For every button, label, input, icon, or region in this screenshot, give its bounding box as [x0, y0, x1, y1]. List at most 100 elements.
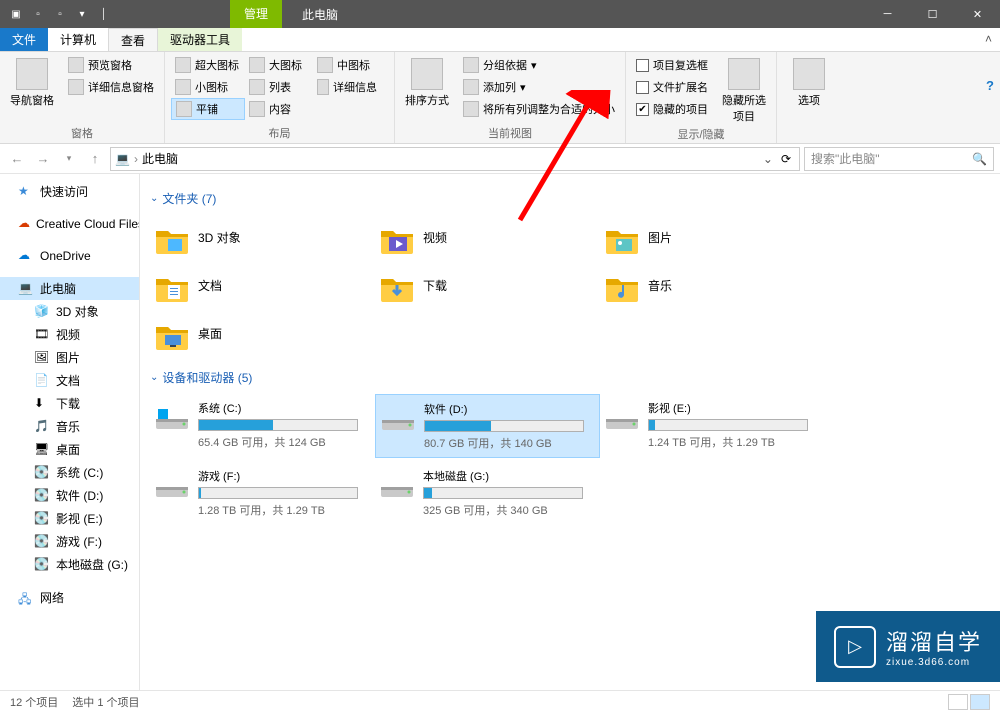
hide-selected-button[interactable]: 隐藏所选项目: [718, 54, 770, 124]
hide-selected-label: 隐藏所选项目: [718, 92, 770, 124]
forward-button[interactable]: →: [32, 148, 54, 170]
back-button[interactable]: ←: [6, 148, 28, 170]
folder-icon: [154, 315, 190, 351]
folder-item[interactable]: 视频: [375, 215, 600, 259]
sidebar-item-this-pc[interactable]: 💻此电脑: [0, 277, 139, 300]
sidebar-item[interactable]: 💽 软件 (D:): [0, 484, 139, 507]
layout-medium-label: 中图标: [337, 57, 370, 73]
layout-details[interactable]: 详细信息: [313, 76, 381, 98]
help-icon[interactable]: ?: [986, 78, 994, 93]
tab-computer[interactable]: 计算机: [48, 28, 108, 51]
sidebar-item-label: 软件 (D:): [56, 487, 103, 504]
sidebar-item[interactable]: 🧊3D 对象: [0, 300, 139, 323]
drive-item[interactable]: 影视 (E:)1.24 TB 可用，共 1.29 TB: [600, 394, 825, 458]
sidebar-item[interactable]: 🖥桌面: [0, 438, 139, 461]
preview-pane-button[interactable]: 预览窗格: [64, 54, 158, 76]
sidebar-item-label: 影视 (E:): [56, 510, 103, 527]
hidden-items-label: 隐藏的项目: [653, 101, 708, 117]
folder-label: 音乐: [648, 277, 672, 294]
folder-item[interactable]: 文档: [150, 263, 375, 307]
layout-small[interactable]: 小图标: [171, 76, 245, 98]
nav-pane-button[interactable]: 导航窗格: [6, 54, 58, 108]
up-button[interactable]: ↑: [84, 148, 106, 170]
maximize-button[interactable]: ☐: [910, 0, 955, 28]
search-box[interactable]: 搜索"此电脑" 🔍: [804, 147, 994, 171]
file-extensions-toggle[interactable]: 文件扩展名: [632, 76, 712, 98]
thumbnails-view-button[interactable]: [970, 694, 990, 710]
refresh-icon[interactable]: ⟳: [777, 152, 795, 166]
sidebar-item[interactable]: ⬇下载: [0, 392, 139, 415]
details-icon: [317, 79, 329, 95]
sidebar-item[interactable]: 💽影视 (E:): [0, 507, 139, 530]
layout-medium[interactable]: 中图标: [313, 54, 381, 76]
folder-item[interactable]: 桌面: [150, 311, 375, 355]
folder-item[interactable]: 音乐: [600, 263, 825, 307]
add-columns-label: 添加列: [483, 79, 516, 95]
qat-btn[interactable]: ▫: [28, 4, 48, 24]
minimize-button[interactable]: ─: [865, 0, 910, 28]
layout-xlarge[interactable]: 超大图标: [171, 54, 245, 76]
pc-icon: 💻: [18, 281, 34, 297]
drive-item[interactable]: 本地磁盘 (G:)325 GB 可用，共 340 GB: [375, 462, 600, 524]
drive-item[interactable]: 游戏 (F:)1.28 TB 可用，共 1.29 TB: [150, 462, 375, 524]
sidebar-item[interactable]: 💽本地磁盘 (G:): [0, 553, 139, 576]
group-by-button[interactable]: 分组依据 ▾: [459, 54, 619, 76]
details-pane-button[interactable]: 详细信息窗格: [64, 76, 158, 98]
drive-icon: [154, 400, 190, 436]
nav-pane-icon: [16, 58, 48, 90]
qat-btn[interactable]: ▫: [50, 4, 70, 24]
folder-item[interactable]: 下载: [375, 263, 600, 307]
layout-large[interactable]: 大图标: [245, 54, 313, 76]
qat-dropdown[interactable]: ▾: [72, 4, 92, 24]
sidebar-item-network[interactable]: 🖧网络: [0, 586, 139, 609]
group-label-layout: 布局: [171, 123, 388, 143]
sidebar-item[interactable]: 🖼图片: [0, 346, 139, 369]
group-header-folders[interactable]: ⌄文件夹 (7): [150, 190, 990, 207]
medium-icon: [317, 57, 333, 73]
sidebar-item-label: 文档: [56, 372, 80, 389]
onedrive-label: OneDrive: [40, 249, 91, 263]
drive-capacity: 80.7 GB 可用，共 140 GB: [424, 435, 595, 451]
tab-drive-tools[interactable]: 驱动器工具: [158, 28, 242, 51]
group-header-drives[interactable]: ⌄设备和驱动器 (5): [150, 369, 990, 386]
details-view-button[interactable]: [948, 694, 968, 710]
sidebar-item-creative-cloud[interactable]: ☁Creative Cloud Files: [0, 213, 139, 235]
drive-item[interactable]: 系统 (C:)65.4 GB 可用，共 124 GB: [150, 394, 375, 458]
add-columns-button[interactable]: 添加列 ▾: [459, 76, 619, 98]
drive-item[interactable]: 软件 (D:)80.7 GB 可用，共 140 GB: [375, 394, 600, 458]
sidebar-item[interactable]: 🎞视频: [0, 323, 139, 346]
close-button[interactable]: ✕: [955, 0, 1000, 28]
sidebar-item-label: 桌面: [56, 441, 80, 458]
tab-view[interactable]: 查看: [108, 28, 158, 51]
options-button[interactable]: 选项: [783, 54, 835, 108]
sidebar-item[interactable]: 📄文档: [0, 369, 139, 392]
sidebar-item-onedrive[interactable]: ☁OneDrive: [0, 245, 139, 267]
address-bar[interactable]: 💻 › 此电脑 ⌄ ⟳: [110, 147, 800, 171]
sidebar-item[interactable]: 💽系统 (C:): [0, 461, 139, 484]
layout-tiles[interactable]: 平铺: [171, 98, 245, 120]
tab-file[interactable]: 文件: [0, 28, 48, 51]
folder-item[interactable]: 3D 对象: [150, 215, 375, 259]
item-checkboxes-label: 项目复选框: [653, 57, 708, 73]
layout-content[interactable]: 内容: [245, 98, 313, 120]
folder-item[interactable]: 图片: [600, 215, 825, 259]
address-dropdown-icon[interactable]: ⌄: [763, 152, 773, 166]
item-icon: 💽: [34, 488, 50, 504]
layout-list[interactable]: 列表: [245, 76, 313, 98]
item-checkboxes-toggle[interactable]: 项目复选框: [632, 54, 712, 76]
chevron-down-icon: ⌄: [150, 372, 158, 383]
chevron-down-icon: ⌄: [150, 193, 158, 204]
sort-by-button[interactable]: 排序方式: [401, 54, 453, 108]
hidden-items-toggle[interactable]: ✔隐藏的项目: [632, 98, 712, 120]
drive-label: 影视 (E:): [648, 400, 821, 416]
size-all-columns-button[interactable]: 将所有列调整为合适的大小: [459, 98, 619, 120]
sidebar-item[interactable]: 🎵音乐: [0, 415, 139, 438]
sidebar-item[interactable]: 💽游戏 (F:): [0, 530, 139, 553]
collapse-ribbon-icon[interactable]: ˄: [977, 28, 1000, 51]
folder-label: 下载: [423, 277, 447, 294]
item-icon: 🧊: [34, 304, 50, 320]
breadcrumb[interactable]: 此电脑: [142, 150, 178, 167]
sidebar-item-quick-access[interactable]: ★快速访问: [0, 180, 139, 203]
recent-locations[interactable]: ▾: [58, 148, 80, 170]
item-icon: 💽: [34, 534, 50, 550]
